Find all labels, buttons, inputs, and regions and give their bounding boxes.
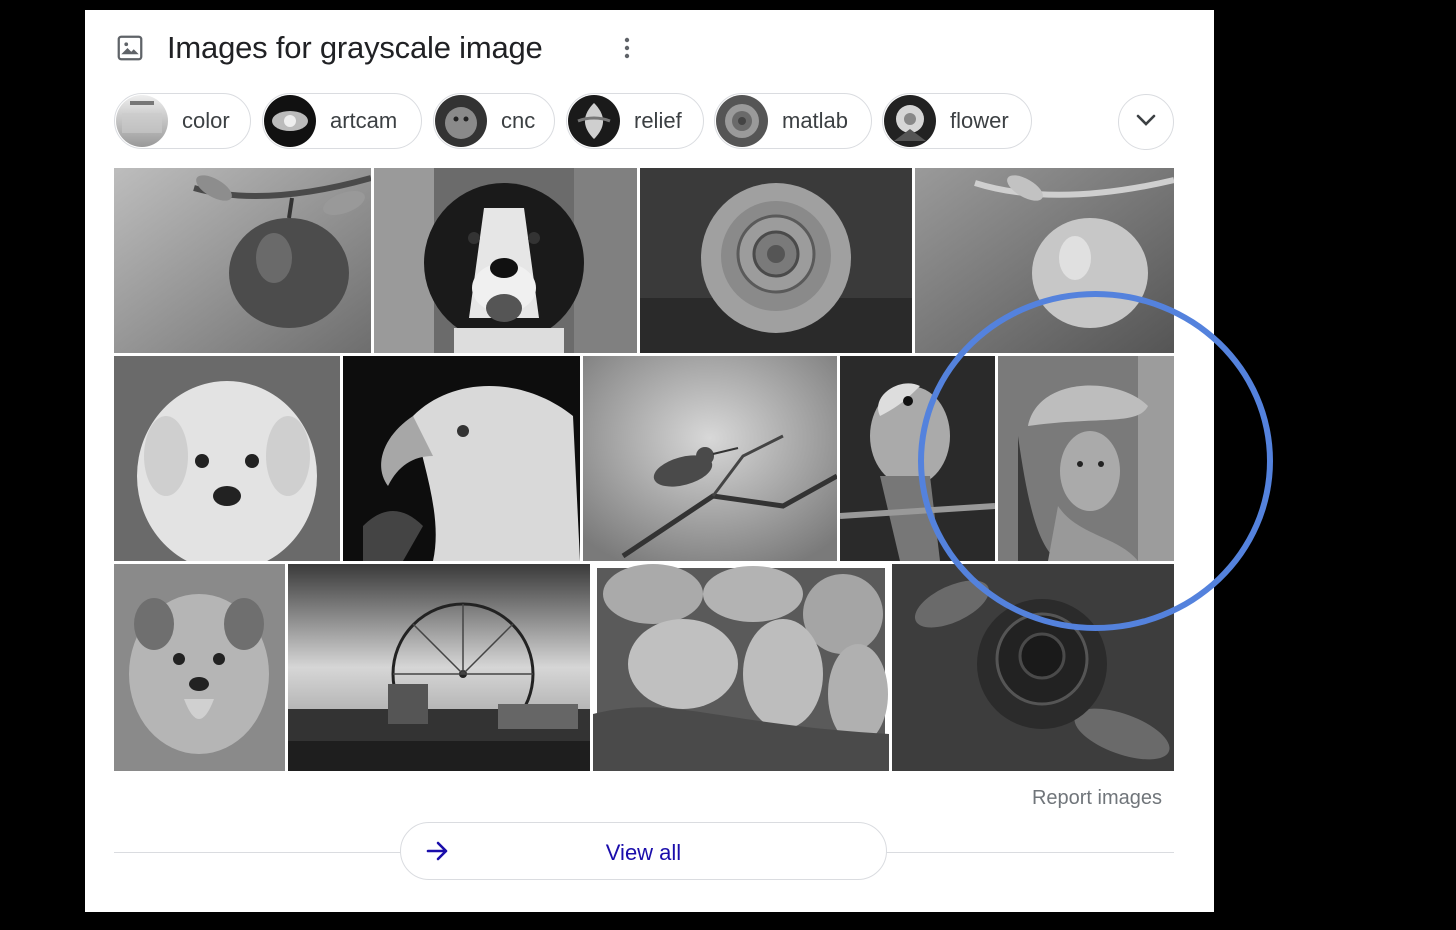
image-result-ferris-wheel[interactable] <box>288 564 590 771</box>
report-images-link[interactable]: Report images <box>1032 787 1162 810</box>
view-all-label: View all <box>605 840 682 865</box>
image-results-card: Images for grayscale image color artcam <box>85 10 1214 912</box>
chip-matlab[interactable]: matlab <box>714 93 872 149</box>
chip-label: artcam <box>330 108 398 133</box>
chip-label: relief <box>634 108 682 133</box>
image-result-eagle[interactable] <box>343 356 580 561</box>
page-title: Images for grayscale image <box>167 30 543 65</box>
chip-thumbnail <box>716 95 768 147</box>
chip-label: flower <box>950 108 1009 133</box>
image-result-potatoes[interactable] <box>593 564 889 771</box>
image-result-dog[interactable] <box>374 168 637 353</box>
image-result-rose-2[interactable] <box>892 564 1174 771</box>
view-all-button[interactable]: View all <box>400 822 887 880</box>
chip-cnc[interactable]: cnc <box>433 93 555 149</box>
chip-relief[interactable]: relief <box>566 93 704 149</box>
image-result-apple[interactable] <box>114 168 371 353</box>
chip-label: matlab <box>782 108 849 133</box>
more-vert-icon[interactable] <box>615 36 639 60</box>
results-header: Images for grayscale image <box>115 30 630 66</box>
image-result-rose[interactable] <box>640 168 912 353</box>
image-result-parrot[interactable] <box>840 356 995 561</box>
chip-thumbnail <box>264 95 316 147</box>
chip-label: cnc <box>501 108 536 133</box>
chip-thumbnail <box>884 95 936 147</box>
image-result-apple-2[interactable] <box>915 168 1174 353</box>
image-result-dog-2[interactable] <box>114 564 285 771</box>
image-icon <box>115 33 145 63</box>
chip-thumbnail <box>568 95 620 147</box>
chip-label: color <box>182 108 230 133</box>
chip-thumbnail <box>116 95 168 147</box>
image-result-bird[interactable] <box>583 356 837 561</box>
chip-flower[interactable]: flower <box>882 93 1032 149</box>
expand-chips-button[interactable] <box>1118 94 1174 150</box>
image-result-woman-in-hat[interactable] <box>998 356 1174 561</box>
chip-artcam[interactable]: artcam <box>262 93 422 149</box>
chip-color[interactable]: color <box>114 93 251 149</box>
chip-thumbnail <box>435 95 487 147</box>
image-result-puppy[interactable] <box>114 356 340 561</box>
chevron-down-icon <box>1135 113 1157 132</box>
